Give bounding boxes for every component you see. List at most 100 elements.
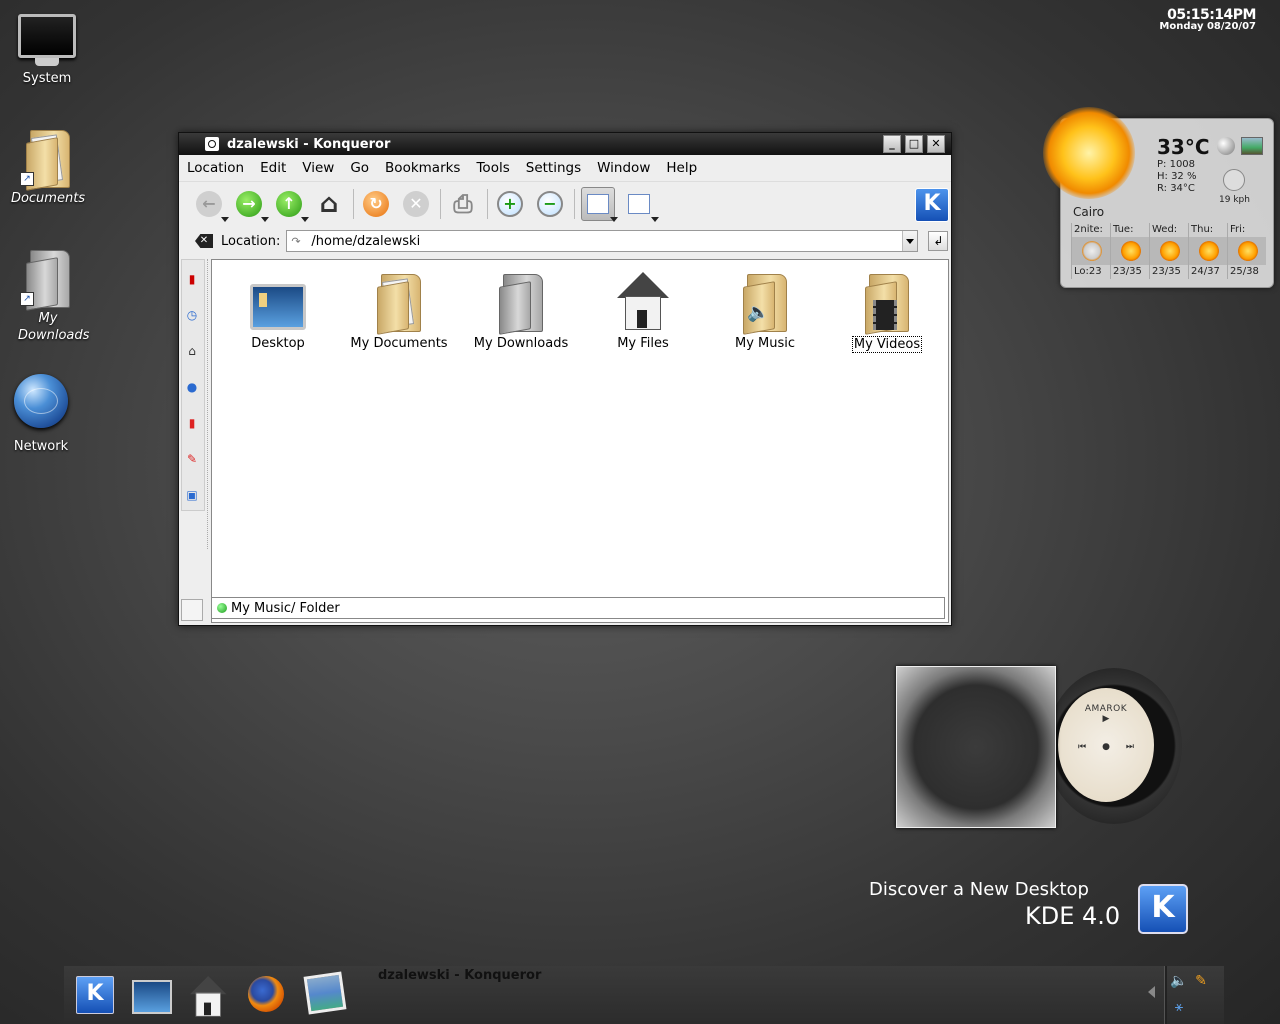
- show-desktop-button[interactable]: [132, 980, 172, 1014]
- weather-details: P: 1008 H: 32 % R: 34°C: [1157, 159, 1196, 195]
- weather-widget[interactable]: 33°C P: 1008 H: 32 % R: 34°C 19 kph Cair…: [1043, 107, 1274, 288]
- desktop-icon-network[interactable]: Network: [0, 374, 86, 455]
- photo-icon[interactable]: [1241, 137, 1263, 155]
- sidebar-config-button[interactable]: [181, 599, 203, 621]
- file-item-desktop[interactable]: Desktop: [218, 268, 338, 351]
- globe-icon: [14, 374, 68, 428]
- location-label: Location:: [221, 233, 281, 249]
- wind-compass-icon: [1223, 169, 1245, 191]
- file-name: Desktop: [251, 336, 305, 351]
- forward-button[interactable]: →: [233, 188, 269, 222]
- file-item-my-files[interactable]: My Files: [583, 268, 703, 351]
- reload-button[interactable]: ↻: [360, 188, 392, 220]
- minimize-button[interactable]: _: [883, 135, 901, 153]
- icon-view-button[interactable]: [581, 187, 618, 222]
- globe-icon[interactable]: [1217, 137, 1235, 155]
- menu-bookmarks[interactable]: Bookmarks: [385, 160, 460, 176]
- maximize-button[interactable]: □: [905, 135, 923, 153]
- location-value: /home/dzalewski: [311, 233, 421, 249]
- location-input[interactable]: ↷ /home/dzalewski: [286, 230, 919, 252]
- album-cover: [896, 666, 1056, 828]
- file-item-my-downloads[interactable]: My Downloads: [461, 268, 581, 351]
- status-led-icon: [217, 603, 227, 613]
- tree-view-button[interactable]: [623, 188, 659, 222]
- desktop-icon-my-downloads[interactable]: ↗ My Downloads: [3, 250, 93, 344]
- back-button[interactable]: ←: [193, 188, 229, 222]
- window-menu-icon[interactable]: [205, 137, 219, 151]
- previous-button[interactable]: ⏮: [1078, 742, 1086, 752]
- go-button[interactable]: ↲: [928, 231, 949, 251]
- folder-icon: ↗: [20, 250, 70, 311]
- desktop-icon-system[interactable]: System: [2, 14, 92, 87]
- home-folder-icon: [617, 272, 669, 330]
- home-button[interactable]: ⌂: [313, 188, 345, 220]
- file-view: Desktop My Documents My Downloads My Fil…: [211, 259, 949, 623]
- volume-icon[interactable]: 🔈: [1170, 972, 1188, 990]
- stop-button[interactable]: ●: [1102, 742, 1110, 752]
- history-tab-icon[interactable]: ◷: [182, 305, 202, 325]
- folder-music-icon: 🔈: [743, 274, 787, 335]
- home-icon: [190, 976, 227, 1017]
- location-bar: ✕ Location: ↷ /home/dzalewski ↲: [179, 226, 951, 256]
- image-viewer-icon[interactable]: [303, 971, 347, 1015]
- forecast-day: Wed: 23/35: [1149, 223, 1188, 279]
- root-folder-tab-icon[interactable]: ✎: [182, 449, 202, 469]
- back-arrow-icon: ←: [196, 191, 222, 217]
- file-item-my-documents[interactable]: My Documents: [339, 268, 459, 351]
- network-tab-icon[interactable]: ●: [182, 377, 202, 397]
- window-title: dzalewski - Konqueror: [227, 136, 391, 152]
- sun-icon: [1189, 237, 1227, 265]
- home-icon: ⌂: [319, 189, 339, 219]
- zoom-out-icon: −: [537, 191, 563, 217]
- print-button[interactable]: ⎙: [447, 188, 479, 220]
- promo-line1: Discover a New Desktop: [869, 879, 1089, 900]
- forward-arrow-icon: →: [236, 191, 262, 217]
- klipper-icon[interactable]: ✎: [1192, 972, 1210, 990]
- menu-tools[interactable]: Tools: [476, 160, 509, 176]
- play-button[interactable]: ▶: [1058, 714, 1154, 724]
- up-button[interactable]: ↑: [273, 188, 309, 222]
- menu-edit[interactable]: Edit: [260, 160, 286, 176]
- location-dropdown-button[interactable]: [902, 231, 918, 251]
- clear-location-button[interactable]: ✕: [195, 234, 213, 248]
- stop-button[interactable]: ✕: [400, 188, 432, 220]
- tree-view-icon: [628, 194, 650, 214]
- sun-icon: [1150, 237, 1188, 265]
- sun-icon: [1111, 237, 1149, 265]
- clock[interactable]: 05:15:14PM Monday 08/20/07: [1159, 8, 1256, 32]
- k-menu-button[interactable]: K: [76, 976, 114, 1014]
- tray-expand-icon[interactable]: [1148, 986, 1155, 998]
- desktop-icon-documents[interactable]: ↗ Documents: [3, 130, 93, 207]
- menu-go[interactable]: Go: [350, 160, 369, 176]
- zoom-out-button[interactable]: −: [534, 188, 566, 220]
- sidebar-media-tab-icon[interactable]: ▣: [182, 485, 202, 505]
- zoom-in-button[interactable]: +: [494, 188, 526, 220]
- task-konqueror[interactable]: dzalewski - Konqueror: [378, 968, 541, 983]
- file-item-my-music[interactable]: 🔈 My Music: [705, 268, 825, 351]
- file-item-my-videos[interactable]: My Videos: [827, 268, 947, 353]
- bookmarks-tab-icon[interactable]: ▮: [182, 269, 202, 289]
- menu-settings[interactable]: Settings: [526, 160, 581, 176]
- firefox-icon[interactable]: [248, 976, 284, 1012]
- home-launcher-button[interactable]: [190, 976, 227, 1017]
- konqueror-window: dzalewski - Konqueror _ □ ✕ Location Edi…: [178, 132, 952, 626]
- wind-speed: 19 kph: [1219, 195, 1250, 205]
- services-tab-icon[interactable]: ▮: [182, 413, 202, 433]
- home-tab-icon[interactable]: ⌂: [182, 341, 202, 361]
- menu-view[interactable]: View: [302, 160, 334, 176]
- forecast-day: Tue: 23/35: [1110, 223, 1149, 279]
- menu-location[interactable]: Location: [187, 160, 244, 176]
- panel-splitter[interactable]: [207, 259, 210, 549]
- desktop-icon: [250, 284, 306, 330]
- menu-window[interactable]: Window: [597, 160, 650, 176]
- next-button[interactable]: ⏭: [1126, 742, 1134, 752]
- close-button[interactable]: ✕: [927, 135, 945, 153]
- network-tray-icon[interactable]: ⚹: [1170, 998, 1188, 1016]
- taskbar: K dzalewski - Konqueror 🔈 ✎ ⚹: [64, 966, 1224, 1024]
- clock-date: Monday 08/20/07: [1159, 21, 1256, 32]
- title-bar[interactable]: dzalewski - Konqueror _ □ ✕: [179, 133, 951, 155]
- printer-icon: ⎙: [453, 190, 473, 218]
- desktop-icon-label: Network: [13, 439, 69, 454]
- menu-help[interactable]: Help: [666, 160, 697, 176]
- clock-time: 05:15:14PM: [1167, 7, 1256, 23]
